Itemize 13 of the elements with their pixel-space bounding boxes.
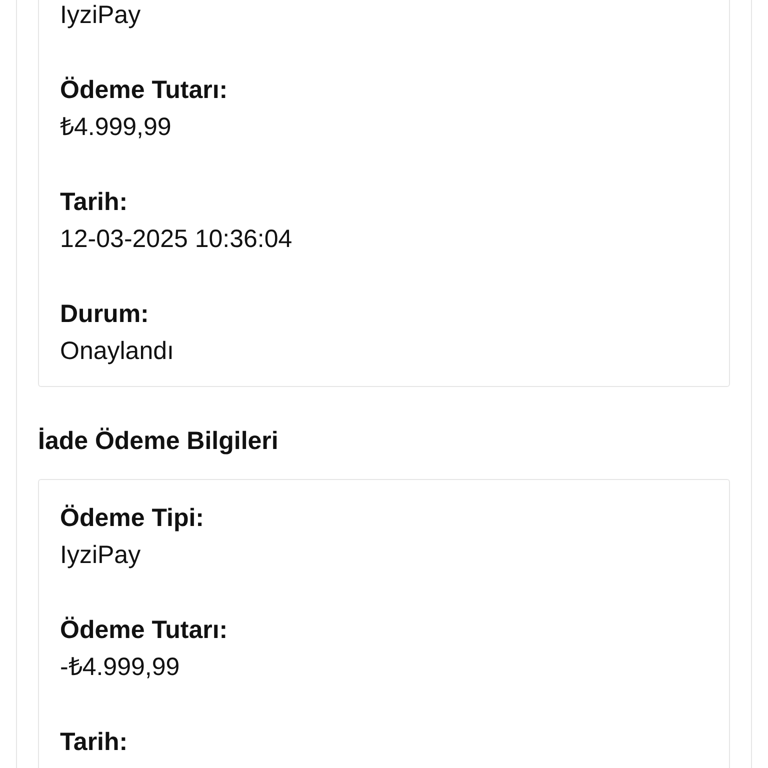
field-label: Durum: (60, 299, 150, 329)
field-label: Ödeme Tutarı: (60, 615, 229, 645)
section-heading: İade Ödeme Bilgileri (38, 426, 280, 457)
field-label: Ödeme Tutarı: (60, 75, 229, 105)
field-value: 12-03-2025 10:36:04 (60, 224, 294, 254)
field-value: IyziPay (60, 540, 142, 570)
field-label: Tarih: (60, 187, 129, 217)
field-value: IyziPay (60, 0, 142, 30)
field-value: ₺4.999,99 (60, 112, 172, 142)
field-value: -₺4.999,99 (60, 652, 181, 682)
field-label: Tarih: (60, 727, 129, 757)
field-value: Onaylandı (60, 336, 175, 366)
field-label: Ödeme Tipi: (60, 503, 206, 533)
